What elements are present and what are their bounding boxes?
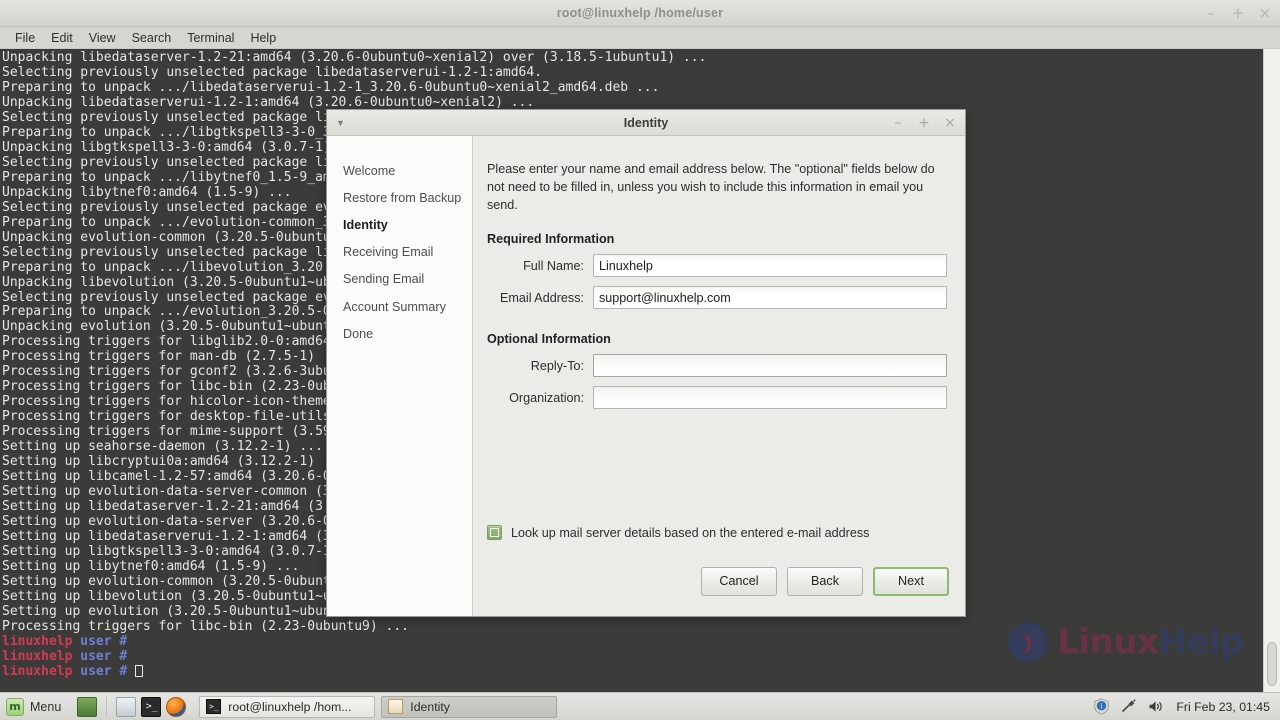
full-name-row: Full Name: <box>487 254 947 277</box>
clock[interactable]: Fri Feb 23, 01:45 <box>1174 700 1270 714</box>
assistant-steps-sidebar: Welcome Restore from Backup Identity Rec… <box>327 136 473 616</box>
step-welcome[interactable]: Welcome <box>327 158 472 185</box>
lookup-mail-server-row[interactable]: Look up mail server details based on the… <box>487 525 869 540</box>
taskbar-left: m Menu >_ >_ root@linuxhelp /hom... Iden… <box>0 693 558 720</box>
reply-to-input[interactable] <box>593 354 947 377</box>
minimize-icon[interactable]: – <box>1204 6 1218 21</box>
back-button[interactable]: Back <box>787 567 863 596</box>
dialog-title: Identity <box>623 115 669 130</box>
step-receiving-email[interactable]: Receiving Email <box>327 239 472 266</box>
step-sending-email[interactable]: Sending Email <box>327 266 472 293</box>
prompt-host: linuxhelp <box>2 664 73 679</box>
menu-edit[interactable]: Edit <box>44 29 80 47</box>
dialog-minimize-icon[interactable]: – <box>892 116 904 130</box>
system-tray: i Fri Feb 23, 01:45 <box>1093 698 1280 715</box>
show-desktop-icon[interactable] <box>77 696 98 717</box>
prompt-user: user # <box>72 634 136 649</box>
mint-logo-icon: m <box>6 697 24 716</box>
dialog-close-icon[interactable]: × <box>944 116 956 130</box>
terminal-icon[interactable]: >_ <box>141 696 162 717</box>
start-menu-button[interactable]: m Menu <box>0 693 70 720</box>
svg-text:i: i <box>1101 703 1103 711</box>
prompt-host: linuxhelp <box>2 649 73 664</box>
full-name-input[interactable] <box>593 254 947 277</box>
email-address-input[interactable] <box>593 286 947 309</box>
window-list: >_ root@linuxhelp /hom... Identity <box>193 695 558 718</box>
email-address-row: Email Address: <box>487 286 947 309</box>
step-done[interactable]: Done <box>327 321 472 348</box>
intro-description: Please enter your name and email address… <box>487 162 935 212</box>
terminal-scrollbar[interactable] <box>1263 49 1280 692</box>
terminal-title: root@linuxhelp /home/user <box>556 6 724 20</box>
launcher-separator <box>106 696 108 717</box>
firefox-icon[interactable] <box>166 696 187 717</box>
cancel-button[interactable]: Cancel <box>701 567 777 596</box>
prompt-user: user # <box>72 664 136 679</box>
dialog-titlebar[interactable]: ▼ Identity – + × <box>327 110 965 136</box>
terminal-menubar: File Edit View Search Terminal Help <box>0 27 1280 49</box>
terminal-prompt-line: linuxhelp user # <box>2 664 1258 680</box>
required-information-heading: Required Information <box>487 232 615 246</box>
terminal-window-controls: – + × <box>1204 0 1272 27</box>
terminal-prompt-line: linuxhelp user # <box>2 650 1258 665</box>
dialog-body: Welcome Restore from Backup Identity Rec… <box>327 136 965 616</box>
terminal-line: Preparing to unpack .../libedataserverui… <box>2 80 660 95</box>
step-account-summary[interactable]: Account Summary <box>327 294 472 321</box>
organization-row: Organization: <box>487 386 947 409</box>
prompt-user: user # <box>72 649 136 664</box>
desktop-screen: root@linuxhelp /home/user – + × File Edi… <box>0 0 1280 720</box>
terminal-titlebar[interactable]: root@linuxhelp /home/user – + × <box>0 0 1280 27</box>
reply-to-label: Reply-To: <box>530 358 584 373</box>
dialog-content: Please enter your name and email address… <box>473 136 965 616</box>
menu-terminal[interactable]: Terminal <box>180 29 241 47</box>
terminal-cursor <box>135 664 144 677</box>
reply-to-row: Reply-To: <box>487 354 947 377</box>
menu-help[interactable]: Help <box>243 29 283 47</box>
taskbar-window-identity-label: Identity <box>410 699 450 714</box>
terminal-prompt-line: linuxhelp user # <box>2 635 1258 650</box>
quick-launchers: >_ <box>70 696 193 717</box>
prompt-host: linuxhelp <box>2 634 73 649</box>
menu-file[interactable]: File <box>8 29 42 47</box>
terminal-scrollbar-thumb[interactable] <box>1267 642 1277 686</box>
mail-window-icon <box>388 699 404 714</box>
step-identity[interactable]: Identity <box>327 212 472 239</box>
terminal-window-icon: >_ <box>206 699 222 714</box>
terminal-line: Unpacking libedataserver-1.2-21:amd64 (3… <box>2 51 707 65</box>
menu-search[interactable]: Search <box>125 29 179 47</box>
dialog-button-bar: Cancel Back Next <box>701 567 949 596</box>
taskbar: m Menu >_ >_ root@linuxhelp /hom... Iden… <box>0 692 1280 720</box>
taskbar-window-terminal-label: root@linuxhelp /hom... <box>228 699 352 714</box>
window-menu-icon[interactable]: ▼ <box>336 110 345 136</box>
maximize-icon[interactable]: + <box>1231 6 1245 21</box>
dialog-window-controls: – + × <box>892 110 956 136</box>
organization-input[interactable] <box>593 386 947 409</box>
optional-information-heading: Optional Information <box>487 332 611 346</box>
taskbar-window-terminal[interactable]: >_ root@linuxhelp /hom... <box>199 695 376 718</box>
terminal-line: Selecting previously unselected package … <box>2 65 543 80</box>
lookup-mail-server-label: Look up mail server details based on the… <box>511 525 870 540</box>
lookup-mail-server-checkbox[interactable] <box>487 525 502 540</box>
shield-icon[interactable]: i <box>1093 698 1110 715</box>
files-icon[interactable] <box>116 696 137 717</box>
close-icon[interactable]: × <box>1258 6 1272 21</box>
volume-icon[interactable] <box>1147 698 1164 715</box>
terminal-line: Processing triggers for libc-bin (2.23-0… <box>2 619 409 634</box>
checkmark-icon <box>490 528 499 537</box>
taskbar-window-identity[interactable]: Identity <box>381 695 558 718</box>
organization-label: Organization: <box>509 390 584 405</box>
identity-dialog: ▼ Identity – + × Welcome Restore from Ba… <box>326 109 966 617</box>
step-restore-from-backup[interactable]: Restore from Backup <box>327 185 472 212</box>
full-name-label: Full Name: <box>523 258 584 273</box>
start-menu-label: Menu <box>30 699 62 714</box>
menu-view[interactable]: View <box>82 29 123 47</box>
dialog-maximize-icon[interactable]: + <box>918 116 930 130</box>
email-address-label: Email Address: <box>500 290 584 305</box>
next-button[interactable]: Next <box>873 567 949 596</box>
network-icon[interactable] <box>1120 698 1137 715</box>
